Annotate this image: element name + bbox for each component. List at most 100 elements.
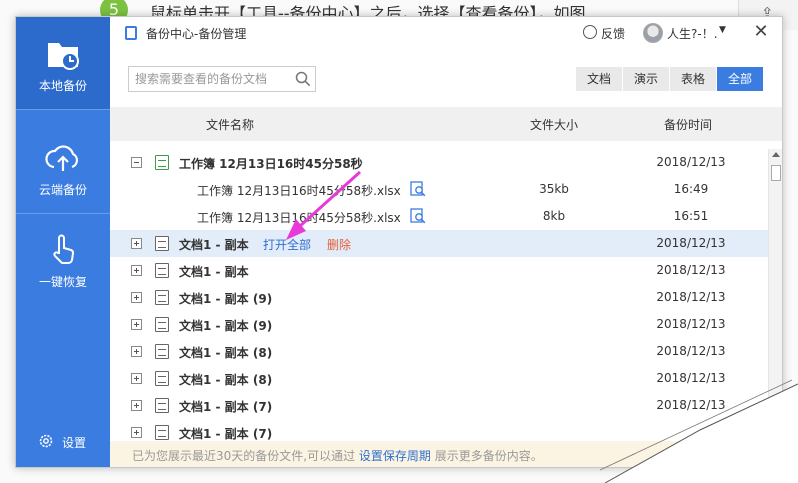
table-row[interactable]: 文档1 - 副本 (8) 2018/12/13 bbox=[110, 338, 770, 365]
scroll-up-arrow-icon[interactable] bbox=[772, 152, 780, 157]
table-header: 文件名称 文件大小 备份时间 bbox=[110, 107, 782, 141]
expand-toggle[interactable] bbox=[131, 265, 142, 276]
set-retention-link[interactable]: 设置保存周期 bbox=[359, 449, 431, 463]
table-row[interactable]: 文档1 - 副本 (8) 2018/12/13 bbox=[110, 365, 770, 392]
avatar[interactable] bbox=[643, 23, 663, 43]
footer-text-before: 已为您展示最近30天的备份文件,可以通过 bbox=[132, 449, 359, 463]
document-file-icon bbox=[155, 263, 169, 278]
file-size: 35kb bbox=[539, 182, 569, 196]
open-all-link[interactable]: 打开全部 bbox=[263, 236, 311, 253]
footer-notice: 已为您展示最近30天的备份文件,可以通过 设置保存周期 展示更多备份内容。 bbox=[110, 441, 782, 467]
settings-label: 设置 bbox=[62, 436, 87, 450]
document-file-icon bbox=[155, 371, 169, 386]
user-name[interactable]: 人生?-！. bbox=[667, 25, 718, 42]
settings-button[interactable]: 设置 bbox=[16, 431, 110, 453]
chevron-down-icon[interactable]: ▼ bbox=[719, 25, 726, 35]
backup-time: 16:49 bbox=[673, 182, 709, 196]
backup-date: 2018/12/13 bbox=[656, 398, 726, 412]
backup-date: 2018/12/13 bbox=[656, 236, 726, 250]
feedback-label: 反馈 bbox=[601, 27, 626, 41]
backup-manager-window: 本地备份 云端备份 一键恢复 设置 备份中心-备份管理 反馈 人生?-！. ▼ … bbox=[15, 16, 783, 468]
table-row[interactable]: 文档1 - 副本 (9) 2018/12/13 bbox=[110, 311, 770, 338]
expand-toggle[interactable] bbox=[131, 427, 142, 438]
sidebar-item-cloud-backup[interactable]: 云端备份 bbox=[16, 121, 110, 213]
sidebar: 本地备份 云端备份 一键恢复 设置 bbox=[16, 17, 110, 467]
file-name: 工作簿 12月13日16时45分58秒.xlsx bbox=[197, 211, 401, 225]
group-name: 文档1 - 副本 (9) bbox=[179, 292, 273, 306]
chat-bubble-icon bbox=[583, 25, 597, 39]
group-name: 文档1 - 副本 (9) bbox=[179, 319, 273, 333]
document-file-icon bbox=[155, 236, 169, 251]
footer-text: 已为您展示最近30天的备份文件,可以通过 设置保存周期 展示更多备份内容。 bbox=[132, 447, 543, 464]
sidebar-item-one-click-restore[interactable]: 一键恢复 bbox=[16, 213, 110, 305]
gear-icon bbox=[39, 434, 53, 448]
backup-date: 2018/12/13 bbox=[656, 263, 726, 277]
backup-time: 16:51 bbox=[673, 209, 709, 223]
expand-toggle[interactable] bbox=[131, 373, 142, 384]
document-file-icon bbox=[155, 398, 169, 413]
sidebar-divider bbox=[16, 109, 110, 110]
sidebar-item-local-backup[interactable]: 本地备份 bbox=[16, 17, 110, 109]
close-button[interactable]: ✕ bbox=[751, 22, 771, 42]
backup-date: 2018/12/13 bbox=[656, 290, 726, 304]
expand-toggle[interactable] bbox=[131, 292, 142, 303]
scroll-thumb[interactable] bbox=[771, 165, 781, 181]
window-title: 备份中心-备份管理 bbox=[146, 27, 247, 41]
table-row-child[interactable]: 工作簿 12月13日16时45分58秒.xlsx 35kb 16:49 bbox=[110, 176, 770, 203]
spreadsheet-file-icon bbox=[155, 155, 169, 170]
sidebar-item-label: 本地备份 bbox=[38, 79, 87, 93]
group-name: 工作簿 12月13日16时45分58秒 bbox=[179, 157, 363, 171]
document-file-icon bbox=[155, 344, 169, 359]
title-bar: 备份中心-备份管理 反馈 人生?-！. ▼ ✕ bbox=[110, 17, 782, 49]
expand-toggle[interactable] bbox=[131, 346, 142, 357]
sidebar-item-label: 云端备份 bbox=[38, 183, 87, 197]
type-filter-group: 文档 演示 表格 全部 bbox=[576, 67, 765, 91]
backup-date: 2018/12/13 bbox=[656, 344, 726, 358]
filter-all[interactable]: 全部 bbox=[717, 67, 765, 91]
table-row[interactable]: 文档1 - 副本 (9) 2018/12/13 bbox=[110, 284, 770, 311]
table-row-highlighted[interactable]: 文档1 - 副本 打开全部 删除 2018/12/13 bbox=[110, 230, 770, 257]
table-row[interactable]: 文档1 - 副本 (7) bbox=[110, 419, 770, 441]
column-header-time: 备份时间 bbox=[664, 118, 713, 132]
backup-date: 2018/12/13 bbox=[656, 155, 726, 169]
backup-list: 工作簿 12月13日16时45分58秒 2018/12/13 工作簿 12月13… bbox=[110, 147, 770, 441]
table-row[interactable]: 文档1 - 副本 2018/12/13 bbox=[110, 257, 770, 284]
delete-link[interactable]: 删除 bbox=[327, 236, 351, 253]
group-name: 文档1 - 副本 (7) bbox=[179, 400, 273, 414]
filter-doc[interactable]: 文档 bbox=[576, 67, 624, 91]
expand-toggle[interactable] bbox=[131, 400, 142, 411]
table-row-child[interactable]: 工作簿 12月13日16时45分58秒.xlsx 8kb 16:51 bbox=[110, 203, 770, 230]
folder-clock-icon bbox=[48, 43, 79, 70]
file-name: 工作簿 12月13日16时45分58秒.xlsx bbox=[197, 184, 401, 198]
expand-toggle[interactable] bbox=[131, 319, 142, 330]
sidebar-item-label: 一键恢复 bbox=[38, 275, 87, 289]
document-file-icon bbox=[155, 317, 169, 332]
table-row[interactable]: 文档1 - 副本 (7) 2018/12/13 bbox=[110, 392, 770, 419]
hand-pointer-icon bbox=[53, 234, 74, 264]
list-scrollbar[interactable] bbox=[768, 149, 782, 441]
search-icon[interactable] bbox=[295, 71, 311, 87]
backup-date: 2018/12/13 bbox=[656, 371, 726, 385]
group-name: 文档1 - 副本 (7) bbox=[179, 427, 273, 441]
backup-center-icon bbox=[125, 26, 137, 40]
group-name: 文档1 - 副本 (8) bbox=[179, 346, 273, 360]
toolbar: 文档 演示 表格 全部 bbox=[110, 49, 782, 107]
cloud-upload-icon bbox=[45, 145, 79, 171]
search-box bbox=[128, 66, 316, 92]
file-size: 8kb bbox=[542, 209, 566, 223]
collapse-toggle[interactable] bbox=[131, 157, 142, 168]
search-input[interactable] bbox=[135, 70, 285, 88]
footer-text-after: 展示更多备份内容。 bbox=[430, 449, 543, 463]
filter-spreadsheet[interactable]: 表格 bbox=[670, 67, 718, 91]
expand-toggle[interactable] bbox=[131, 238, 142, 249]
group-name: 文档1 - 副本 bbox=[179, 238, 249, 252]
backup-date: 2018/12/13 bbox=[656, 317, 726, 331]
filter-presentation[interactable]: 演示 bbox=[623, 67, 671, 91]
preview-icon[interactable] bbox=[410, 181, 426, 197]
document-file-icon bbox=[155, 425, 169, 440]
preview-icon[interactable] bbox=[410, 208, 426, 224]
group-name: 文档1 - 副本 bbox=[179, 265, 249, 279]
column-header-size: 文件大小 bbox=[530, 118, 579, 132]
group-name: 文档1 - 副本 (8) bbox=[179, 373, 273, 387]
table-row[interactable]: 工作簿 12月13日16时45分58秒 2018/12/13 bbox=[110, 149, 770, 176]
